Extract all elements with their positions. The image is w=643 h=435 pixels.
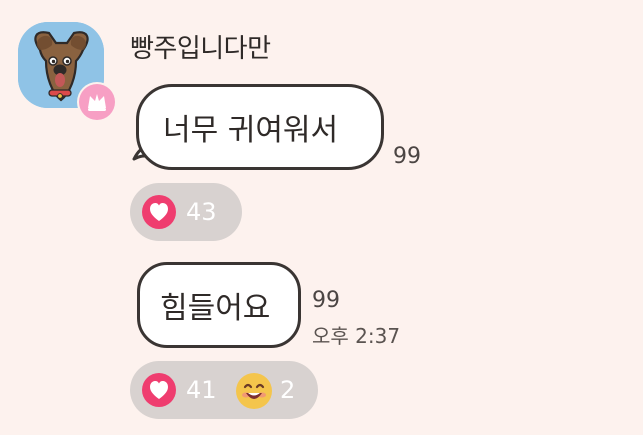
message-bubble-2[interactable]: 힘들어요 [137, 262, 301, 348]
message-text-1: 너무 귀여워서 [163, 113, 339, 148]
unread-count-1: 99 [393, 144, 421, 169]
sender-name: 빵주입니다만 [130, 34, 271, 64]
message-bubble-1[interactable]: 너무 귀여워서 [136, 84, 384, 170]
reaction-count-heart: 41 [186, 376, 217, 404]
heart-icon[interactable] [142, 373, 176, 407]
heart-icon [150, 203, 168, 221]
message-text-2: 힘들어요 [160, 291, 271, 326]
smile-icon [236, 373, 272, 409]
sender-avatar-wrap[interactable] [18, 22, 118, 122]
smile-icon[interactable] [234, 371, 274, 411]
reaction-bar-1[interactable]: 43 [130, 183, 242, 241]
reaction-count-smile: 2 [280, 376, 296, 404]
crown-icon [88, 94, 106, 111]
heart-icon[interactable] [142, 195, 176, 229]
heart-icon [150, 381, 168, 399]
message-timestamp: 오후 2:37 [312, 324, 401, 348]
reaction-count-heart: 43 [186, 198, 217, 226]
unread-count-2: 99 [312, 288, 340, 313]
crown-badge [79, 84, 115, 120]
reaction-bar-2[interactable]: 41 2 [130, 361, 318, 419]
